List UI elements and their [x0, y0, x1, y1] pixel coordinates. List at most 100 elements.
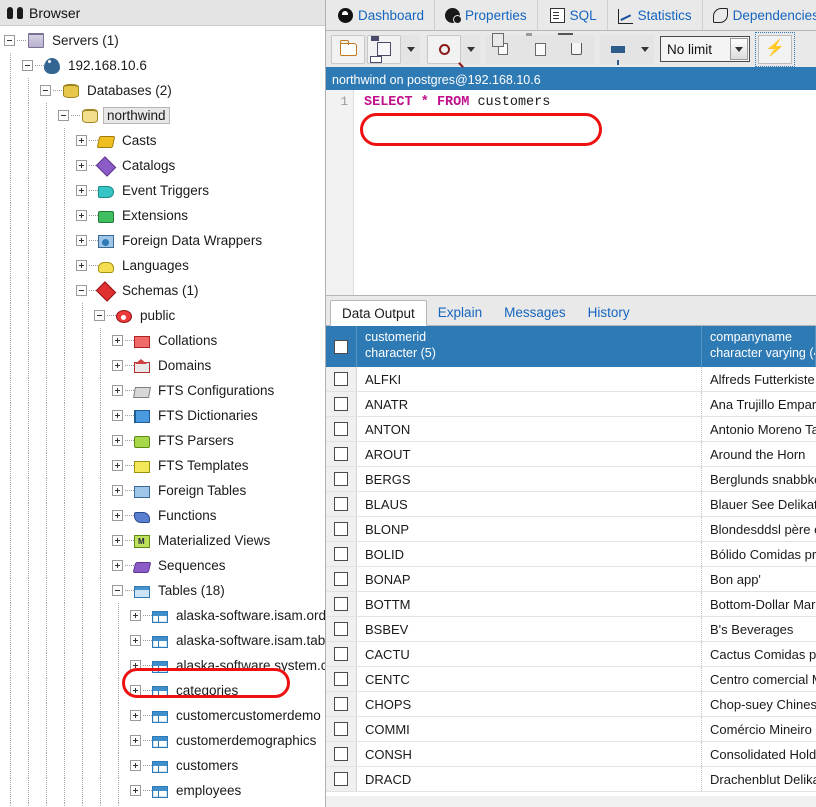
object-tab-bar[interactable]: Dashboard Properties SQL Statistics Dependen… — [326, 0, 816, 31]
cell-companyname[interactable]: Berglunds snabbköp — [702, 467, 816, 491]
expand-icon[interactable] — [130, 660, 141, 671]
row-checkbox[interactable] — [334, 672, 348, 686]
row-select-cell[interactable] — [326, 392, 357, 416]
row-checkbox[interactable] — [334, 372, 348, 386]
expand-icon[interactable] — [112, 560, 123, 571]
expand-icon[interactable] — [112, 535, 123, 546]
row-select-cell[interactable] — [326, 717, 357, 741]
row-select-cell[interactable] — [326, 617, 357, 641]
row-select-cell[interactable] — [326, 442, 357, 466]
tab-properties[interactable]: Properties — [435, 0, 538, 30]
expand-icon[interactable] — [76, 235, 87, 246]
row-checkbox[interactable] — [334, 547, 348, 561]
expand-icon[interactable] — [112, 360, 123, 371]
tree-item-domains[interactable]: Domains — [0, 353, 325, 378]
row-limit-select[interactable]: No limit — [660, 36, 750, 62]
column-header-customerid[interactable]: customerid character (5) — [357, 326, 702, 367]
delete-button[interactable] — [559, 34, 593, 64]
row-checkbox[interactable] — [334, 522, 348, 536]
cell-customerid[interactable]: COMMI — [357, 717, 702, 741]
expand-icon[interactable] — [112, 410, 123, 421]
output-tab-history[interactable]: History — [577, 300, 641, 325]
column-header-companyname[interactable]: companyname character varying (40 — [702, 326, 816, 367]
tab-statistics[interactable]: Statistics — [608, 0, 703, 30]
save-options-button[interactable] — [402, 34, 420, 64]
tree-item-alaska-software-isam-orde[interactable]: alaska-software.isam.orde — [0, 603, 325, 628]
row-checkbox[interactable] — [334, 597, 348, 611]
select-all-checkbox-cell[interactable] — [326, 326, 357, 367]
row-checkbox[interactable] — [334, 422, 348, 436]
cell-companyname[interactable]: Around the Horn — [702, 442, 816, 466]
tree-item-employeeterritories[interactable]: employeeterritories — [0, 803, 325, 807]
tree-item-northwind[interactable]: northwind — [0, 103, 325, 128]
output-tab-data-output[interactable]: Data Output — [330, 300, 427, 326]
expand-icon[interactable] — [130, 760, 141, 771]
table-row[interactable]: BOTTMBottom-Dollar Market — [326, 592, 816, 617]
tree-item-public[interactable]: public — [0, 303, 325, 328]
cell-companyname[interactable]: Bon app' — [702, 567, 816, 591]
query-toolbar[interactable]: No limit ⚡ — [326, 31, 816, 70]
table-row[interactable]: CHOPS Chop-suey Chinese — [326, 692, 816, 717]
row-select-cell[interactable] — [326, 767, 357, 791]
cell-customerid[interactable]: AROUT — [357, 442, 702, 466]
cell-customerid[interactable]: CACTU — [357, 642, 702, 666]
row-checkbox[interactable] — [334, 447, 348, 461]
expand-icon[interactable] — [130, 710, 141, 721]
output-tab-bar[interactable]: Data Output Explain Messages History — [326, 296, 816, 326]
filter-button[interactable] — [601, 34, 635, 65]
tree-item-fts-templates[interactable]: FTS Templates — [0, 453, 325, 478]
collapse-icon[interactable] — [4, 35, 15, 46]
find-button[interactable] — [427, 34, 461, 64]
tree-item-collations[interactable]: Collations — [0, 328, 325, 353]
tree-item-alaska-software-system-c[interactable]: alaska-software.system.c — [0, 653, 325, 678]
tree-item-customerdemographics[interactable]: customerdemographics — [0, 728, 325, 753]
row-checkbox[interactable] — [334, 397, 348, 411]
cell-companyname[interactable]: Cactus Comidas para — [702, 642, 816, 666]
row-select-cell[interactable] — [326, 742, 357, 766]
tree-item-fts-dictionaries[interactable]: FTS Dictionaries — [0, 403, 325, 428]
tree-item-fts-configurations[interactable]: FTS Configurations — [0, 378, 325, 403]
table-row[interactable]: AROUT Around the Horn — [326, 442, 816, 467]
tree-item-foreign-tables[interactable]: Foreign Tables — [0, 478, 325, 503]
row-select-cell[interactable] — [326, 692, 357, 716]
row-select-cell[interactable] — [326, 467, 357, 491]
expand-icon[interactable] — [76, 210, 87, 221]
table-row[interactable]: BLAUSBlauer See Delikatess — [326, 492, 816, 517]
tab-dashboard[interactable]: Dashboard — [328, 0, 436, 30]
cell-customerid[interactable]: CONSH — [357, 742, 702, 766]
tree-item-customercustomerdemo[interactable]: customercustomerdemo — [0, 703, 325, 728]
tree-item-foreign-data-wrappers[interactable]: Foreign Data Wrappers — [0, 228, 325, 253]
table-row[interactable]: BONAP Bon app' — [326, 567, 816, 592]
expand-icon[interactable] — [76, 185, 87, 196]
table-row[interactable]: BSBEV B's Beverages — [326, 617, 816, 642]
tree-item-catalogs[interactable]: Catalogs — [0, 153, 325, 178]
row-checkbox[interactable] — [334, 572, 348, 586]
sql-code-area[interactable]: SELECT * FROM customers — [354, 90, 816, 295]
expand-icon[interactable] — [112, 435, 123, 446]
save-file-button[interactable] — [367, 34, 401, 64]
expand-icon[interactable] — [112, 385, 123, 396]
cell-companyname[interactable]: Bólido Comidas prepa — [702, 542, 816, 566]
row-select-cell[interactable] — [326, 642, 357, 666]
filter-options-button[interactable] — [636, 34, 654, 64]
row-select-cell[interactable] — [326, 417, 357, 441]
collapse-icon[interactable] — [40, 85, 51, 96]
object-tree[interactable]: Servers (1) 192.168.10.6 Databases (2) nort… — [0, 26, 325, 807]
table-row[interactable]: CACTUCactus Comidas para — [326, 642, 816, 667]
expand-icon[interactable] — [112, 485, 123, 496]
expand-icon[interactable] — [76, 160, 87, 171]
tree-item-fts-parsers[interactable]: FTS Parsers — [0, 428, 325, 453]
tree-item-alaska-software-isam-tabl[interactable]: alaska-software.isam.tabl — [0, 628, 325, 653]
cell-companyname[interactable]: B's Beverages — [702, 617, 816, 641]
sql-editor[interactable]: 1 SELECT * FROM customers — [326, 90, 816, 296]
tree-item-192-168-10-6[interactable]: 192.168.10.6 — [0, 53, 325, 78]
collapse-icon[interactable] — [22, 60, 33, 71]
cell-customerid[interactable]: BLAUS — [357, 492, 702, 516]
data-output-grid[interactable]: customerid character (5) companyname cha… — [326, 326, 816, 796]
expand-icon[interactable] — [130, 635, 141, 646]
cell-customerid[interactable]: CHOPS — [357, 692, 702, 716]
select-all-checkbox[interactable] — [334, 339, 348, 354]
table-row[interactable]: BERGSBerglunds snabbköp — [326, 467, 816, 492]
cell-customerid[interactable]: BERGS — [357, 467, 702, 491]
tree-item-employees[interactable]: employees — [0, 778, 325, 803]
